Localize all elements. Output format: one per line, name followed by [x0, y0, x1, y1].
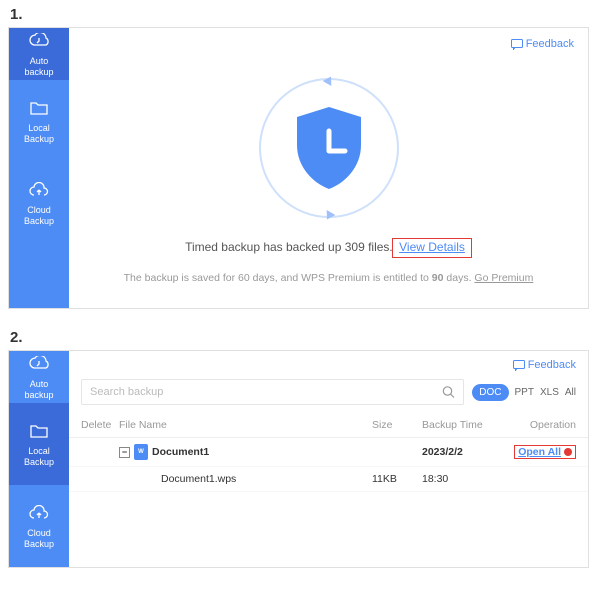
- main-area-2: Feedback Search backup DOC PPT XLS All D…: [69, 351, 588, 567]
- sidebar-2: Autobackup LocalBackup CloudBackup: [9, 351, 69, 567]
- doc-file-icon: W: [134, 444, 148, 460]
- cloud-upload-icon: [28, 179, 50, 201]
- view-details-link[interactable]: View Details: [399, 240, 465, 254]
- search-icon: [442, 386, 455, 399]
- status-text: Timed backup has backed up 309 files. Vi…: [69, 238, 588, 258]
- header-filename: File Name: [119, 419, 372, 431]
- auto-backup-icon: [28, 30, 50, 52]
- table-row[interactable]: − W Document1 2023/2/2 Open All: [69, 438, 588, 467]
- header-operation: Operation: [504, 419, 576, 431]
- folder-icon: [28, 420, 50, 442]
- sidebar-item-local-backup-2[interactable]: LocalBackup: [9, 403, 69, 485]
- sidebar-item-cloud-backup[interactable]: CloudBackup: [9, 162, 69, 244]
- filter-all[interactable]: All: [565, 387, 576, 398]
- backup-hero-icon: [259, 78, 399, 218]
- shield-clock-icon: [291, 105, 367, 191]
- panel-auto-backup: Autobackup LocalBackup CloudBackup Feedb…: [8, 27, 589, 309]
- filter-doc[interactable]: DOC: [472, 384, 508, 401]
- feedback-label: Feedback: [528, 359, 576, 371]
- premium-hint: The backup is saved for 60 days, and WPS…: [69, 272, 588, 284]
- header-size: Size: [372, 419, 422, 431]
- file-size: 11KB: [372, 473, 422, 485]
- sidebar-item-local-backup[interactable]: LocalBackup: [9, 80, 69, 162]
- sidebar-item-cloud-backup-2[interactable]: CloudBackup: [9, 485, 69, 567]
- file-name: Document1: [152, 446, 209, 458]
- backup-date: 2023/2/2: [422, 446, 504, 458]
- panel-local-backup: Autobackup LocalBackup CloudBackup Feedb…: [8, 350, 589, 568]
- file-name-sub: Document1.wps: [119, 473, 372, 485]
- feedback-icon: [511, 39, 523, 50]
- sidebar-item-auto-backup-2[interactable]: Autobackup: [9, 351, 69, 403]
- folder-icon: [28, 97, 50, 119]
- collapse-icon[interactable]: −: [119, 447, 130, 458]
- table-header: Delete File Name Size Backup Time Operat…: [69, 413, 588, 438]
- filter-xls[interactable]: XLS: [540, 387, 559, 398]
- highlight-open-all: Open All: [514, 445, 576, 459]
- file-type-filters: DOC PPT XLS All: [472, 384, 576, 401]
- header-backup-time: Backup Time: [422, 419, 504, 431]
- auto-backup-icon: [28, 353, 50, 375]
- go-premium-link[interactable]: Go Premium: [474, 272, 533, 284]
- step-number-1: 1.: [0, 0, 597, 27]
- sidebar-item-auto-backup[interactable]: Autobackup: [9, 28, 69, 80]
- open-all-link[interactable]: Open All: [518, 446, 561, 458]
- alert-dot-icon: [564, 448, 572, 456]
- cloud-upload-icon: [28, 502, 50, 524]
- sidebar: Autobackup LocalBackup CloudBackup: [9, 28, 69, 308]
- search-input[interactable]: Search backup: [81, 379, 464, 405]
- table-row[interactable]: Document1.wps 11KB 18:30: [69, 467, 588, 492]
- step-number-2: 2.: [0, 323, 597, 350]
- highlight-view-details: View Details: [392, 238, 472, 258]
- main-area-1: Feedback Timed backup has backed up 309 …: [69, 28, 588, 308]
- feedback-link[interactable]: Feedback: [511, 38, 574, 50]
- feedback-icon: [513, 360, 525, 371]
- feedback-label: Feedback: [526, 38, 574, 50]
- search-placeholder: Search backup: [90, 386, 163, 398]
- backup-time: 18:30: [422, 473, 504, 485]
- filter-ppt[interactable]: PPT: [515, 387, 534, 398]
- header-delete: Delete: [81, 419, 119, 431]
- feedback-link-2[interactable]: Feedback: [513, 359, 576, 371]
